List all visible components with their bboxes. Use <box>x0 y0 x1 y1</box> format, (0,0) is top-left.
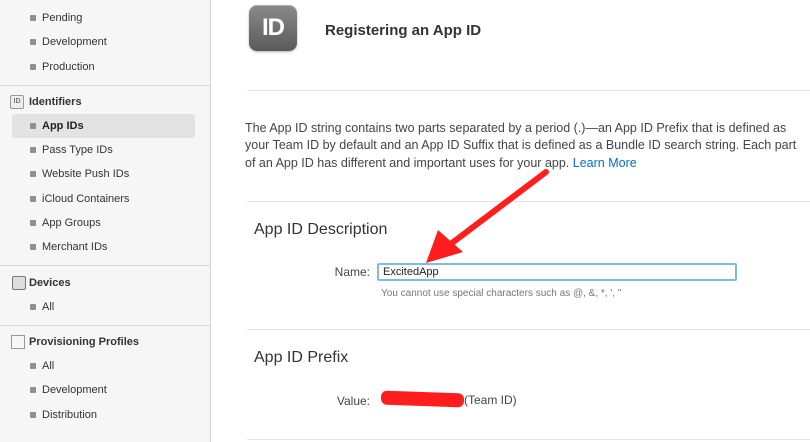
annotation-arrow <box>426 169 549 263</box>
arrow-head <box>426 230 463 263</box>
arrow-shaft <box>445 169 549 249</box>
